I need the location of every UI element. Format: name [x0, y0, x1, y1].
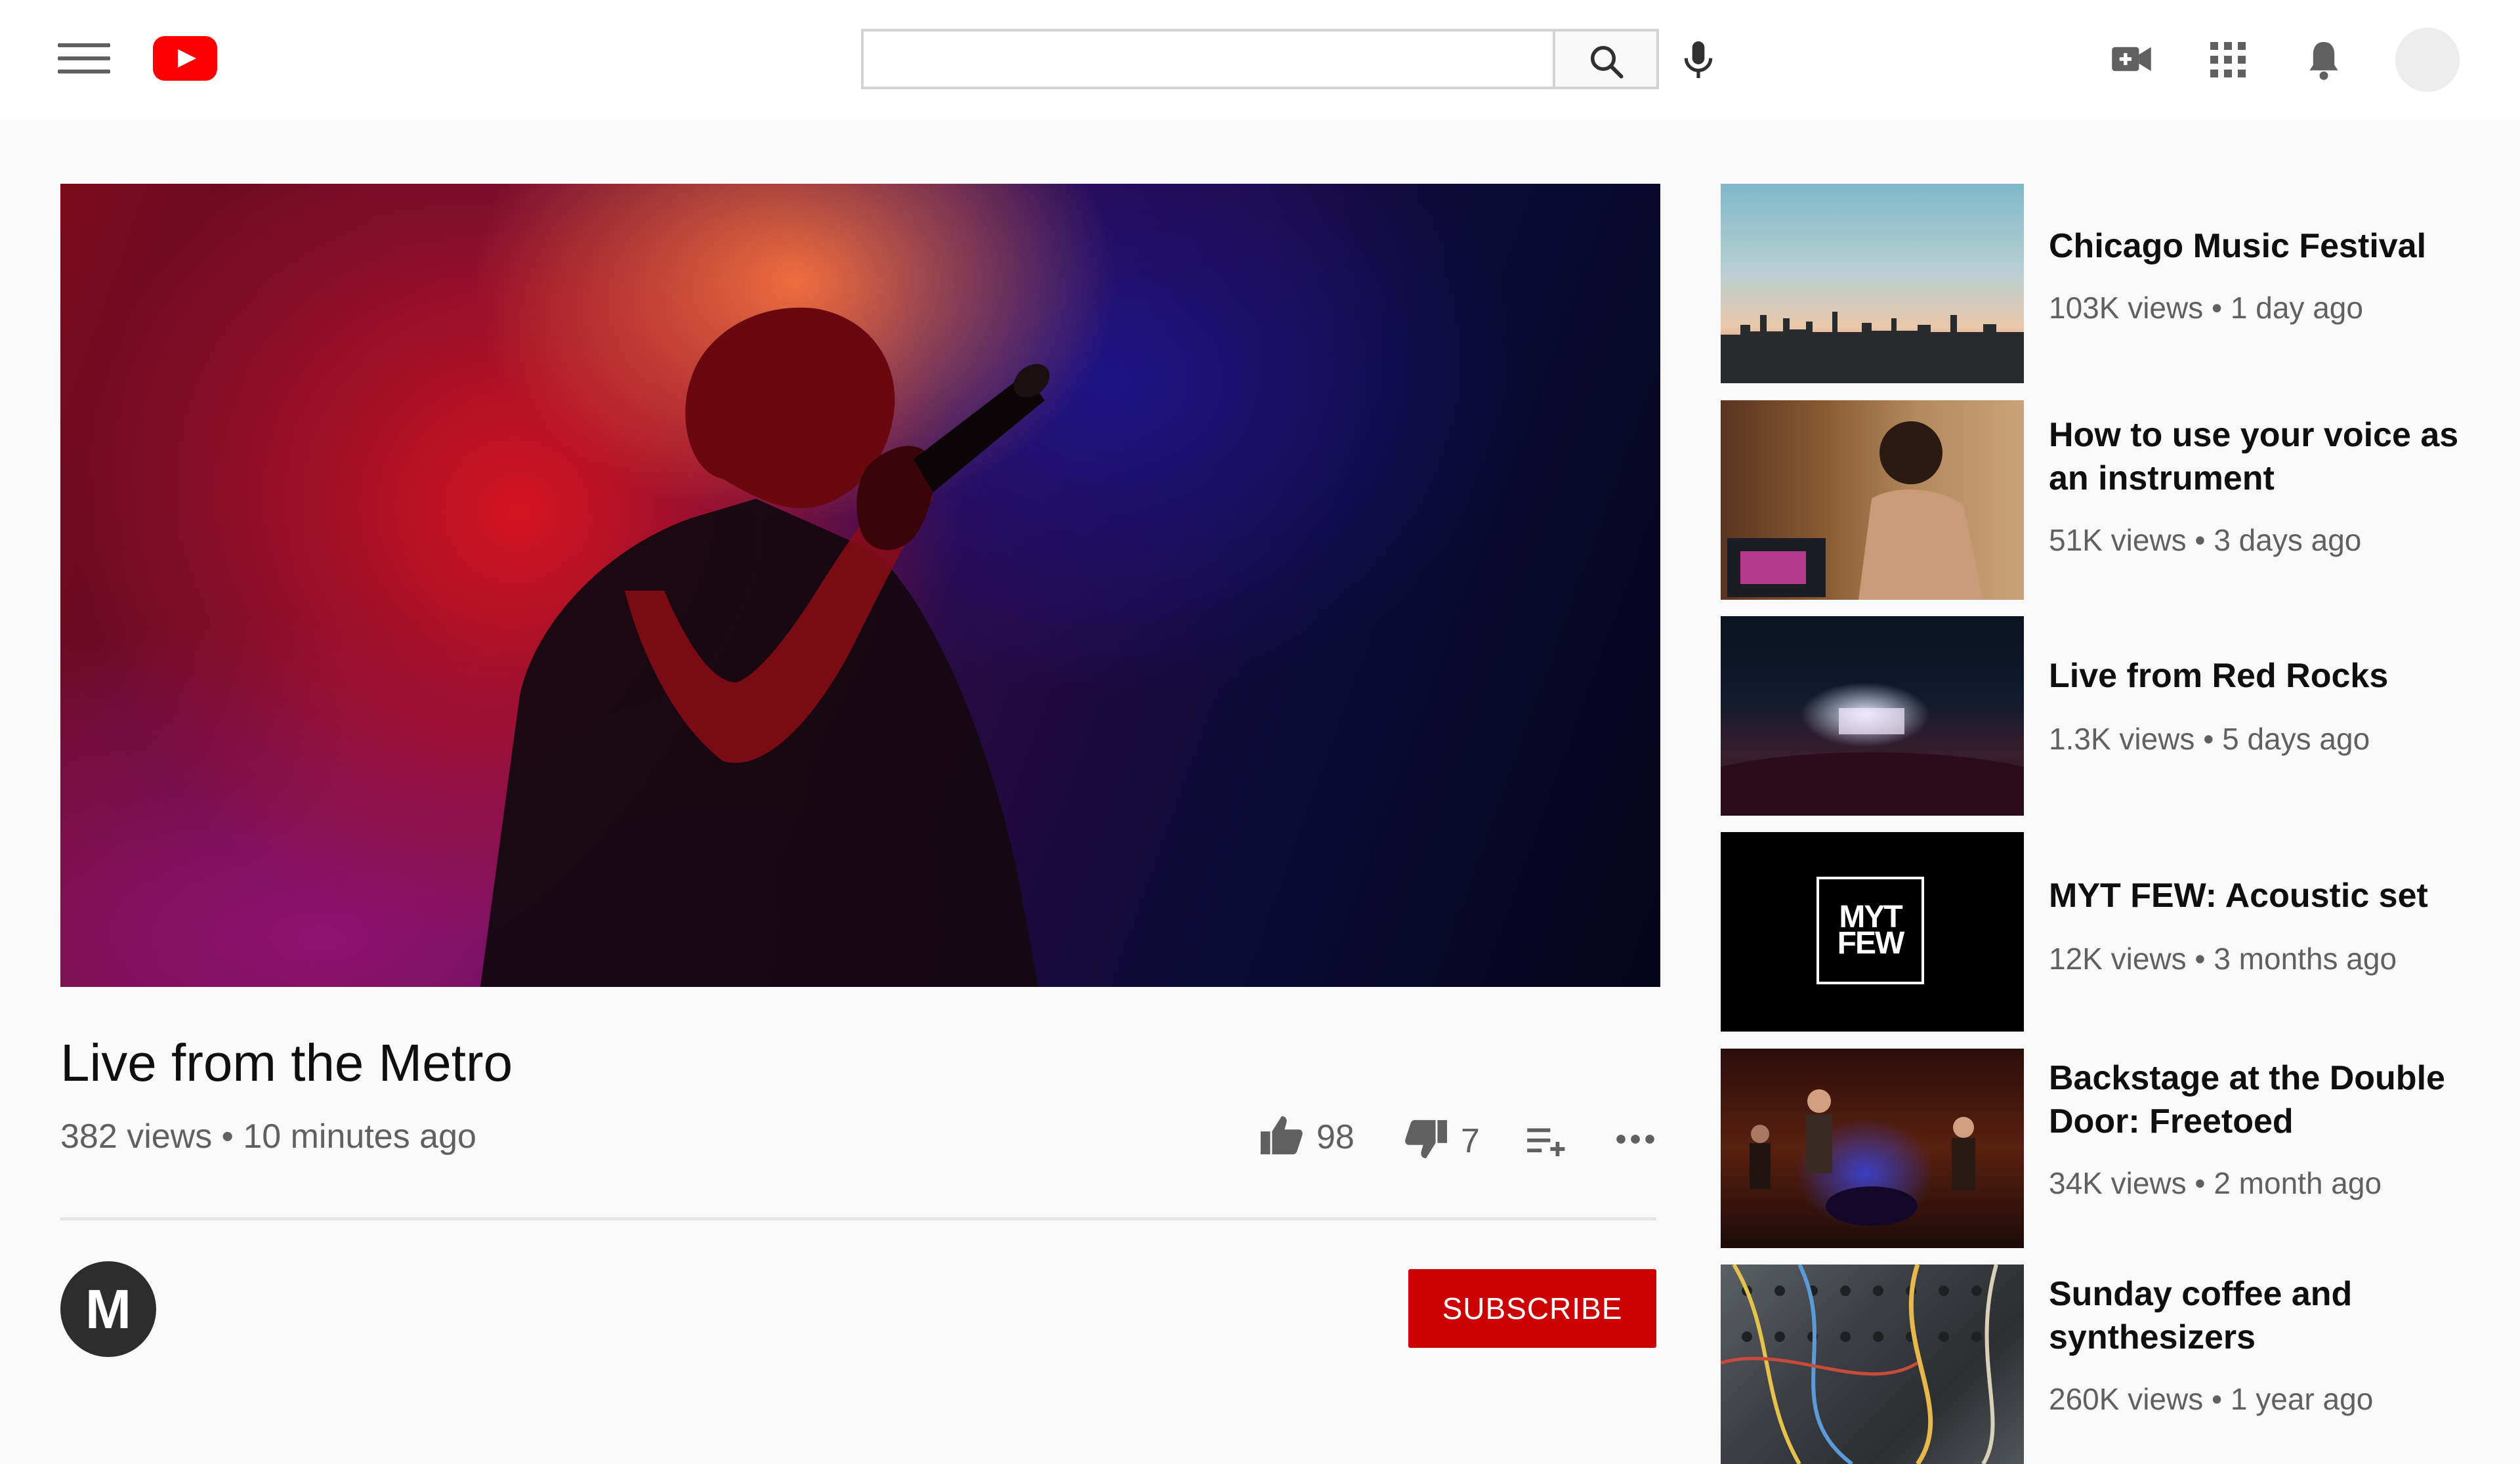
- subscribe-button[interactable]: SUBSCRIBE: [1408, 1269, 1656, 1348]
- recommendation-title: Sunday coffee and synthesizers: [2049, 1275, 2353, 1356]
- apps-grid-icon[interactable]: [2210, 42, 2246, 77]
- video-thumbnail: [1721, 1265, 2024, 1464]
- search-button[interactable]: [1553, 29, 1659, 89]
- divider: [60, 1217, 1656, 1221]
- top-bar: [0, 0, 2520, 120]
- like-button[interactable]: 98: [1259, 1114, 1354, 1160]
- recommendation-item[interactable]: How to use your voice as an instrument 5…: [1721, 400, 2508, 600]
- recommendation-item[interactable]: Sunday coffee and synthesizers 260K view…: [1721, 1265, 2508, 1464]
- video-thumbnail: [1721, 184, 2024, 383]
- like-count: 98: [1316, 1118, 1354, 1156]
- recommendation-item[interactable]: Chicago Music Festival 103K views • 1 da…: [1721, 184, 2508, 383]
- recommendation-meta: 1.3K views • 5 days ago: [2049, 722, 2370, 756]
- recommendation-title: Live from Red Rocks: [2049, 657, 2389, 695]
- account-avatar[interactable]: [2395, 28, 2460, 92]
- recommendation-title: Backstage at the Double Door: Freetoed: [2049, 1059, 2445, 1140]
- recommendation-item[interactable]: Backstage at the Double Door: Freetoed 3…: [1721, 1049, 2508, 1248]
- recommendation-title: Chicago Music Festival: [2049, 227, 2427, 265]
- myt-few-logo: MYT FEW: [1816, 877, 1924, 984]
- menu-icon[interactable]: [58, 43, 110, 77]
- video-views-time: 382 views • 10 minutes ago: [60, 1118, 476, 1156]
- video-thumbnail: [1721, 400, 2024, 600]
- youtube-logo[interactable]: [153, 36, 217, 81]
- video-title: Live from the Metro: [60, 1034, 513, 1092]
- recommendation-title: How to use your voice as an instrument: [2049, 416, 2459, 497]
- dislike-count: 7: [1461, 1121, 1480, 1160]
- recommendation-item[interactable]: MYT FEW MYT FEW: Acoustic set 12K views •…: [1721, 832, 2508, 1032]
- video-thumbnail: [1721, 1049, 2024, 1248]
- video-player[interactable]: [60, 184, 1660, 987]
- thumbs-down-icon: [1403, 1118, 1449, 1163]
- recommendation-meta: 51K views • 3 days ago: [2049, 523, 2362, 557]
- more-actions-icon[interactable]: [1616, 1134, 1655, 1144]
- notifications-bell-icon[interactable]: [2306, 38, 2342, 81]
- search-icon: [1587, 42, 1626, 81]
- recommendation-meta: 34K views • 2 month ago: [2049, 1166, 2382, 1200]
- search-box[interactable]: [861, 29, 1553, 89]
- video-thumbnail: MYT FEW: [1721, 832, 2024, 1032]
- recommendation-meta: 103K views • 1 day ago: [2049, 291, 2363, 325]
- recommendation-title: MYT FEW: Acoustic set: [2049, 877, 2428, 915]
- channel-avatar[interactable]: M: [60, 1261, 156, 1357]
- recommendation-item[interactable]: Live from Red Rocks 1.3K views • 5 days …: [1721, 616, 2508, 816]
- microphone-icon[interactable]: [1680, 38, 1717, 81]
- add-to-playlist-icon[interactable]: [1526, 1127, 1568, 1156]
- recommendation-meta: 260K views • 1 year ago: [2049, 1382, 2374, 1416]
- recommendation-meta: 12K views • 3 months ago: [2049, 942, 2397, 976]
- dislike-button[interactable]: 7: [1403, 1118, 1480, 1163]
- video-thumbnail: [1721, 616, 2024, 816]
- video-frame-performer: [480, 307, 1050, 987]
- search-input[interactable]: [864, 31, 1553, 87]
- thumbs-up-icon: [1259, 1114, 1305, 1160]
- create-video-icon[interactable]: [2110, 42, 2152, 76]
